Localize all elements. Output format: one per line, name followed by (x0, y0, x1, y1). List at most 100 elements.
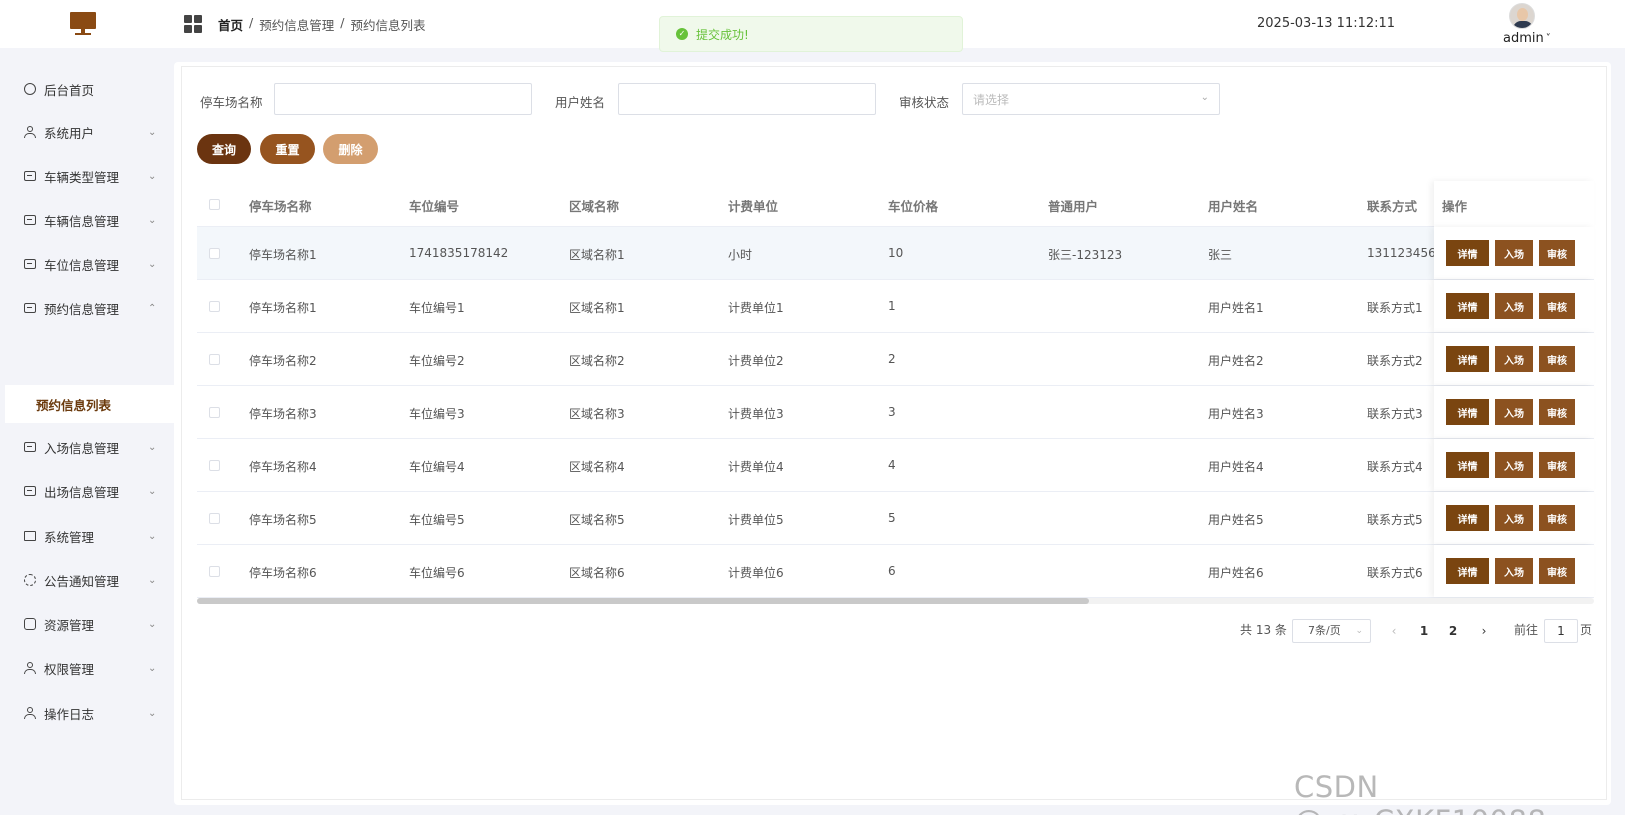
enter-button[interactable]: 入场 (1495, 346, 1533, 372)
audit-button[interactable]: 审核 (1539, 399, 1575, 425)
enter-button[interactable]: 入场 (1495, 452, 1533, 478)
table-cell: 张三 (1208, 248, 1233, 262)
user-name-input[interactable] (618, 83, 876, 115)
table-cell: 1741835178142 (409, 246, 509, 260)
row-checkbox[interactable] (209, 513, 220, 524)
row-actions: 详情 入场 审核 (1434, 333, 1594, 385)
table-cell: 10 (888, 246, 904, 260)
table-row[interactable]: 停车场名称4 车位编号4 区域名称4 计费单位4 4 用户姓名4 联系方式4 详情 入场 审核 (197, 439, 1594, 492)
breadcrumb-section[interactable]: 预约信息管理 (259, 15, 334, 34)
row-checkbox[interactable] (209, 566, 220, 577)
parking-name-input[interactable] (274, 83, 532, 115)
sidebar-subitem-reservation-list[interactable]: 预约信息列表 (5, 385, 174, 423)
table-cell: 5 (888, 511, 896, 525)
enter-button[interactable]: 入场 (1495, 293, 1533, 319)
card-icon (24, 303, 36, 313)
row-checkbox[interactable] (209, 248, 220, 259)
chevron-down-icon: ⌄ (148, 214, 157, 226)
sidebar-item-parking-spaces[interactable]: 车位信息管理 ⌄ (0, 242, 174, 286)
page-size-select[interactable]: 7条/页 ⌄ (1292, 619, 1371, 643)
sidebar-item-vehicle-info[interactable]: 车辆信息管理 ⌄ (0, 198, 174, 242)
sidebar-item-label: 公告通知管理 (44, 573, 120, 589)
sidebar-item-resources[interactable]: 资源管理 ⌄ (0, 602, 174, 646)
table-row[interactable]: 停车场名称2 车位编号2 区域名称2 计费单位2 2 用户姓名2 联系方式2 详情 入场 审核 (197, 333, 1594, 386)
table-cell: 张三-123123 (1048, 248, 1123, 262)
row-actions: 详情 入场 审核 (1434, 492, 1594, 544)
table-cell: 计费单位5 (728, 513, 784, 527)
user-icon (24, 126, 36, 138)
detail-button[interactable]: 详情 (1446, 452, 1489, 478)
next-page-button[interactable]: › (1472, 619, 1496, 643)
select-all-checkbox[interactable] (209, 199, 220, 210)
detail-button[interactable]: 详情 (1446, 346, 1489, 372)
prev-page-button[interactable]: ‹ (1382, 619, 1406, 643)
column-header: 普通用户 (1048, 199, 1099, 214)
audit-button[interactable]: 审核 (1539, 346, 1575, 372)
audit-status-select[interactable]: 请选择 ⌄ (962, 83, 1220, 115)
sidebar-item-operation-log[interactable]: 操作日志 ⌄ (0, 691, 174, 735)
sidebar-item-entry-info[interactable]: 入场信息管理 ⌄ (0, 425, 174, 469)
table-row[interactable]: 停车场名称6 车位编号6 区域名称6 计费单位6 6 用户姓名6 联系方式6 详情 入场 审核 (197, 545, 1594, 598)
audit-status-label: 审核状态 (899, 95, 950, 110)
avatar[interactable] (1509, 3, 1535, 29)
breadcrumb-home[interactable]: 首页 (218, 15, 243, 34)
reset-button[interactable]: 重置 (260, 134, 315, 164)
table-cell: 联系方式4 (1367, 460, 1423, 474)
table-cell: 车位编号4 (409, 460, 465, 474)
horizontal-scrollbar[interactable] (197, 598, 1594, 604)
goto-page-input[interactable] (1544, 619, 1578, 643)
sidebar-item-exit-info[interactable]: 出场信息管理 ⌄ (0, 469, 174, 513)
scrollbar-thumb[interactable] (197, 598, 1089, 604)
chevron-down-icon: ⌄ (148, 258, 157, 270)
audit-button[interactable]: 审核 (1539, 293, 1575, 319)
table-row[interactable]: 停车场名称1 1741835178142 区域名称1 小时 10 张三-123123 张三 1… (197, 227, 1594, 280)
sidebar-item-vehicle-types[interactable]: 车辆类型管理 ⌄ (0, 154, 174, 198)
audit-button[interactable]: 审核 (1539, 558, 1575, 584)
grid-menu-icon[interactable] (184, 15, 202, 33)
page-button-1[interactable]: 1 (1412, 619, 1436, 643)
table-cell: 区域名称5 (569, 513, 625, 527)
row-actions: 详情 入场 审核 (1434, 439, 1594, 491)
page-button-2[interactable]: 2 (1441, 619, 1465, 643)
detail-button[interactable]: 详情 (1446, 293, 1489, 319)
audit-button[interactable]: 审核 (1539, 505, 1575, 531)
chevron-down-icon: ⌄ (148, 707, 157, 719)
sidebar-item-reservations[interactable]: 预约信息管理 ⌃ (0, 286, 174, 330)
sidebar-item-label: 系统管理 (44, 529, 95, 545)
sidebar-item-announcements[interactable]: 公告通知管理 ⌄ (0, 558, 174, 602)
row-checkbox[interactable] (209, 301, 220, 312)
user-menu[interactable]: admin ˅ (1503, 31, 1551, 46)
table-row[interactable]: 停车场名称5 车位编号5 区域名称5 计费单位5 5 用户姓名5 联系方式5 详情 入场 审核 (197, 492, 1594, 545)
table-cell: 车位编号5 (409, 513, 465, 527)
chevron-down-icon: ⌄ (148, 530, 157, 542)
detail-button[interactable]: 详情 (1446, 240, 1489, 266)
table-cell: 计费单位2 (728, 354, 784, 368)
audit-button[interactable]: 审核 (1539, 452, 1575, 478)
table-cell: 用户姓名3 (1208, 407, 1264, 421)
chevron-down-icon: ⌄ (1200, 92, 1209, 103)
detail-button[interactable]: 详情 (1446, 399, 1489, 425)
row-checkbox[interactable] (209, 407, 220, 418)
query-button[interactable]: 查询 (197, 134, 251, 164)
detail-button[interactable]: 详情 (1446, 558, 1489, 584)
table-cell: 计费单位4 (728, 460, 784, 474)
row-actions: 详情 入场 审核 (1434, 545, 1594, 597)
detail-button[interactable]: 详情 (1446, 505, 1489, 531)
sidebar-item-dashboard[interactable]: 后台首页 (0, 67, 174, 111)
row-checkbox[interactable] (209, 460, 220, 471)
table-cell: 停车场名称4 (249, 460, 317, 474)
delete-button[interactable]: 删除 (323, 134, 378, 164)
row-checkbox[interactable] (209, 354, 220, 365)
sidebar-item-system-management[interactable]: 系统管理 ⌄ (0, 514, 174, 558)
table-cell: 停车场名称1 (249, 248, 317, 262)
enter-button[interactable]: 入场 (1495, 558, 1533, 584)
table-row[interactable]: 停车场名称1 车位编号1 区域名称1 计费单位1 1 用户姓名1 联系方式1 详情 入场 审核 (197, 280, 1594, 333)
enter-button[interactable]: 入场 (1495, 505, 1533, 531)
table-row[interactable]: 停车场名称3 车位编号3 区域名称3 计费单位3 3 用户姓名3 联系方式3 详情 入场 审核 (197, 386, 1594, 439)
sidebar-item-permissions[interactable]: 权限管理 ⌄ (0, 646, 174, 690)
enter-button[interactable]: 入场 (1495, 240, 1533, 266)
enter-button[interactable]: 入场 (1495, 399, 1533, 425)
audit-button[interactable]: 审核 (1539, 240, 1575, 266)
sidebar-item-system-users[interactable]: 系统用户 ⌄ (0, 110, 174, 154)
user-icon (24, 707, 36, 719)
